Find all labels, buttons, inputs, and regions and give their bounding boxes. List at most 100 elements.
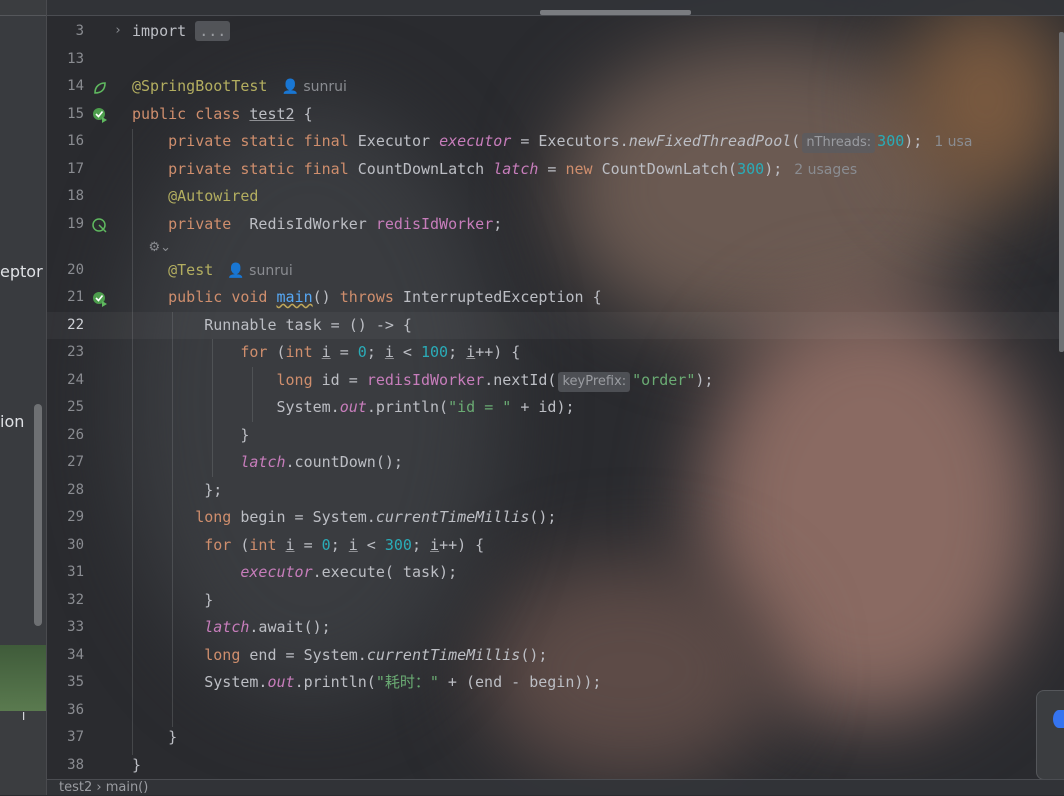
line-number: 24 [67,372,84,388]
code-token: { [294,105,313,123]
code-line[interactable]: } [132,752,141,779]
code-token: "耗时：" [375,673,439,691]
code-token: InterruptedException { [393,288,602,306]
code-token: private [168,215,232,233]
code-token: @SpringBootTest [132,77,268,95]
code-token: ; [330,536,349,554]
code-line[interactable]: long id = redisIdWorker.nextId(keyPrefix… [132,367,713,394]
code-token: ++) { [439,536,485,554]
code-line[interactable]: for (int i = 0; i < 300; i++) { [132,532,484,559]
line-number: 19 [67,216,84,232]
tab-strip-scrollbar[interactable] [540,10,691,15]
code-token: CountDownLatch [348,160,494,178]
line-number: 28 [67,482,84,498]
project-tree-item[interactable]: ion [0,412,24,431]
code-line[interactable]: System.out.println("耗时：" + (end - begin)… [132,669,601,696]
code-token: test2 [249,105,295,123]
code-token: .countDown(); [285,453,403,471]
code-token: 0 [321,536,331,554]
code-line[interactable]: private static final Executor executor =… [132,128,972,156]
code-line[interactable]: latch.countDown(); [132,449,403,476]
author-hint[interactable]: 👤 sunrui [281,79,346,95]
author-name: sunrui [249,263,293,279]
fold-expand-icon[interactable]: › [114,23,122,38]
navigate-autowired-icon[interactable] [92,218,108,234]
folded-imports[interactable]: ... [195,21,231,41]
usages-hint[interactable]: 2 usages [794,162,857,178]
code-line[interactable]: System.out.println("id = " + id); [132,394,575,421]
code-token: 0 [357,343,367,361]
project-tree-item[interactable]: eptor [0,262,43,281]
code-token: throws [339,288,394,306]
code-token: executor [240,563,313,581]
line-number: 30 [67,537,84,553]
line-number: 13 [67,51,84,67]
line-number: 32 [67,592,84,608]
line-number: 3 [75,23,84,39]
usages-hint[interactable]: 1 usa [934,134,972,150]
code-line[interactable]: import ... [132,18,231,45]
code-token: = [294,536,322,554]
code-token: .println( [294,673,376,691]
code-token: "id = " [448,398,512,416]
code-line[interactable]: } [132,587,213,614]
ai-assistant-icon[interactable]: ⚙⌄ [149,240,172,255]
line-number: 17 [67,161,84,177]
code-token: } [204,591,214,609]
code-line[interactable]: private static final CountDownLatch latc… [132,156,857,184]
code-token: redisIdWorker [366,371,485,389]
code-token: i [321,343,331,361]
code-line[interactable]: latch.await(); [132,614,330,641]
code-token: = Executors. [511,132,629,150]
code-token: Runnable task = () -> { [204,316,412,334]
project-panel-scrollbar[interactable] [34,404,42,626]
code-token: i [384,343,394,361]
code-line[interactable]: @SpringBootTest 👤 sunrui [132,73,347,101]
run-test-icon[interactable] [92,291,108,307]
code-token: ( [231,536,250,554]
line-number: 25 [67,399,84,415]
code-line[interactable]: for (int i = 0; i < 100; i++) { [132,339,520,366]
code-token: ; [366,343,385,361]
code-line[interactable]: @Test 👤 sunrui [132,257,293,285]
code-token: currentTimeMillis [366,646,521,664]
spring-bean-icon[interactable] [92,80,108,96]
author-name: sunrui [303,79,347,95]
code-token: out [339,398,367,416]
code-line[interactable]: public void main() throws InterruptedExc… [132,284,602,311]
code-line[interactable]: }; [132,477,222,504]
code-token: main [276,288,313,306]
code-token: .execute( task); [312,563,458,581]
code-line[interactable]: Runnable task = () -> { [132,312,412,339]
code-line[interactable]: private RedisIdWorker redisIdWorker; [132,211,502,238]
notification-icon[interactable] [1053,710,1064,728]
code-token: RedisIdWorker [231,215,376,233]
code-token: 300 [737,160,765,178]
code-token: redisIdWorker [375,215,494,233]
code-token: out [267,673,295,691]
breadcrumb[interactable]: test2 › main() [47,779,1064,795]
line-number: 20 [67,262,84,278]
code-editor[interactable]: 3 13 14 15 16 17 18 19 20 21 22 23 24 25… [47,0,1064,795]
code-line[interactable]: } [132,724,177,751]
code-token: int [285,343,313,361]
code-line[interactable]: long end = System.currentTimeMillis(); [132,642,547,669]
author-hint[interactable]: 👤 sunrui [227,263,292,279]
editor-scrollbar[interactable] [1059,32,1064,352]
code-token: import [132,22,187,40]
param-hint: keyPrefix: [558,372,631,392]
code-token: + id); [511,398,575,416]
line-number: 29 [67,509,84,525]
code-line[interactable]: } [132,422,249,449]
code-line[interactable]: executor.execute( task); [132,559,457,586]
code-token: begin = System. [231,508,376,526]
code-line[interactable]: @Autowired [132,183,258,210]
run-test-icon[interactable] [92,107,108,123]
notification-panel[interactable] [1036,690,1064,780]
code-line[interactable]: long begin = System.currentTimeMillis(); [132,504,556,531]
code-token: for [240,343,268,361]
code-token: newFixedThreadPool [628,132,792,150]
code-token: @Test [168,261,214,279]
code-token: long [204,646,241,664]
code-line[interactable]: public class test2 { [132,101,313,128]
